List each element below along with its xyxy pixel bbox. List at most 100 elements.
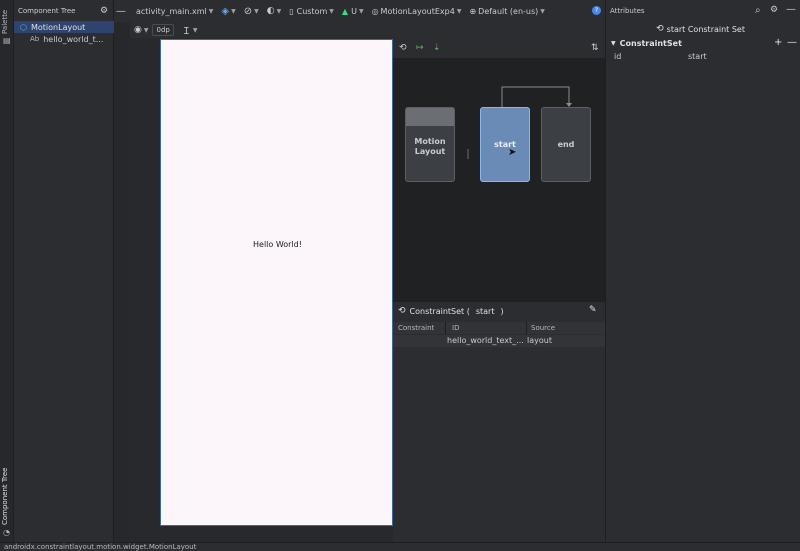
palette-tab-label: Palette (1, 9, 9, 34)
chevron-down-icon[interactable]: ▼ (193, 27, 198, 34)
column-constraint: Constraint (398, 324, 435, 332)
palette-tab[interactable]: Palette ▤ (0, 0, 14, 45)
collapse-icon[interactable]: — (116, 6, 126, 17)
edit-icon[interactable]: ✎ (589, 305, 597, 315)
chevron-down-icon: ▼ (231, 7, 236, 15)
constraint-set-title-name: start (475, 306, 495, 316)
chevron-down-icon: ▼ (254, 7, 259, 15)
layers-icon: ◈ (221, 5, 230, 17)
phone-icon: ▯ (289, 6, 294, 16)
attributes-title: Attributes (610, 7, 645, 15)
cell-source: layout (527, 336, 552, 345)
tree-item-label: hello_world_t... (43, 34, 104, 44)
component-tree-panel: Component Tree ⚙ ⬡ MotionLayout Ab hello… (14, 0, 114, 542)
left-tool-strip: Palette ▤ Component Tree ◔ (0, 0, 14, 551)
constraintset-section[interactable]: ▼ ConstraintSet + — (606, 37, 800, 49)
column-divider (445, 322, 446, 334)
hello-world-text[interactable]: Hello World! (161, 240, 394, 249)
device-name: Custom (296, 6, 328, 16)
end-node-label: end (557, 140, 575, 149)
component-tree-header: Component Tree (14, 0, 114, 22)
text-baseline-icon[interactable]: Ｉ (182, 24, 191, 37)
column-source: Source (531, 324, 556, 332)
motion-editor-overview: ⟲ ↦ ⇣ ⇅ Motion Layout start ➤ end (393, 39, 605, 301)
locale-name: Default (en-us) (478, 6, 539, 16)
search-icon[interactable]: ⌕ (755, 5, 761, 16)
orientation-button[interactable]: ⊘ ▼ (244, 6, 259, 17)
api-selector[interactable]: ▲ U ▼ (342, 7, 364, 16)
eye-icon[interactable]: ◉ (134, 25, 142, 35)
tree-gap (114, 0, 130, 542)
motion-layout-node-header (406, 108, 454, 126)
component-tree-icon: ◔ (3, 528, 10, 537)
file-name: activity_main.xml (136, 6, 207, 16)
editor-toolbar: — activity_main.xml ▼ ◈ ▼ ⊘ ▼ ◐ ▼ ▯ Custom ▼ ▲… (114, 0, 605, 22)
constraint-set-title-suffix: ) (500, 306, 504, 316)
table-row[interactable]: hello_world_text_... layout (393, 335, 605, 347)
create-constraint-set-icon[interactable]: ⟲ (399, 43, 407, 53)
start-node[interactable]: start (480, 107, 530, 182)
palette-icon: ▤ (3, 36, 11, 45)
theme-icon: ◎ (371, 6, 379, 16)
motion-editor-toolbar: ⟲ ↦ ⇣ ⇅ (393, 39, 605, 59)
attributes-subtitle-row: ⟲ start Constraint Set (606, 22, 800, 36)
constraint-set-title-prefix: ConstraintSet ( (409, 306, 470, 316)
add-icon[interactable]: + (774, 37, 782, 48)
remove-icon[interactable]: — (787, 37, 797, 48)
end-node[interactable]: end (541, 107, 591, 182)
minimize-icon[interactable]: — (786, 4, 796, 15)
chevron-down-icon[interactable]: ▼ (144, 27, 149, 34)
gear-icon[interactable]: ⚙ (100, 6, 110, 16)
cursor-icon: ➤ (508, 147, 517, 158)
device-selector[interactable]: ▯ Custom ▼ (289, 7, 334, 16)
chevron-down-icon: ▼ (456, 7, 462, 15)
device-preview[interactable]: Hello World! (160, 39, 393, 526)
theme-name: MotionLayoutExp4 (380, 6, 455, 16)
attribute-value: start (688, 52, 707, 61)
status-text: androidx.constraintlayout.motion.widget.… (4, 543, 197, 551)
gear-icon[interactable]: ⚙ (770, 5, 778, 15)
chevron-down-icon: ▼ (611, 39, 616, 47)
create-click-handler-icon[interactable]: ⇣ (433, 43, 441, 53)
status-bar: androidx.constraintlayout.motion.widget.… (0, 542, 800, 551)
rotate-icon: ⊘ (243, 5, 253, 17)
constraint-set-icon: ⟲ (398, 306, 406, 316)
attribute-row-id[interactable]: id start (606, 51, 800, 63)
android-icon: ▲ (341, 6, 349, 16)
section-title: ConstraintSet (619, 38, 682, 48)
design-toolbar: ◉ ▼ 0dp Ｉ ▼ (130, 22, 393, 38)
component-tree-tab[interactable]: Component Tree ◔ (0, 465, 14, 540)
motion-layout-icon: ⬡ (20, 22, 27, 32)
column-divider (526, 322, 527, 334)
constraint-table-header: Constraint ID Source (393, 322, 605, 334)
locale-selector[interactable]: ⊕ Default (en-us) ▼ (469, 7, 544, 16)
info-icon[interactable]: ? (592, 6, 601, 15)
chevron-down-icon: ▼ (208, 7, 214, 15)
tree-item-label: MotionLayout (30, 22, 86, 32)
constraint-set-panel: ⟲ ConstraintSet ( start ) ✎ Constraint I… (393, 301, 605, 542)
tree-item-motionlayout[interactable]: ⬡ MotionLayout (14, 21, 114, 33)
chevron-down-icon: ▼ (358, 7, 364, 15)
textview-icon: Ab (30, 35, 40, 43)
constraint-set-icon: ⟲ (656, 24, 664, 34)
attributes-panel: Attributes ⌕ ⚙ — ⟲ start Constraint Set … (605, 0, 800, 542)
component-tree-title: Component Tree (18, 7, 76, 15)
chevron-down-icon: ▼ (540, 7, 545, 15)
attribute-key: id (614, 52, 622, 61)
motion-layout-node[interactable]: Motion Layout (405, 107, 455, 182)
tree-item-hello-world[interactable]: Ab hello_world_t... (14, 33, 114, 45)
theme-selector[interactable]: ◎ MotionLayoutExp4 ▼ (372, 7, 462, 16)
cycle-layout-icon[interactable]: ⇅ (591, 43, 599, 53)
chevron-down-icon: ▼ (329, 7, 334, 15)
create-transition-icon[interactable]: ↦ (416, 43, 424, 53)
layers-button[interactable]: ◈ ▼ (221, 6, 235, 17)
night-mode-button[interactable]: ◐ ▼ (267, 6, 281, 16)
file-selector[interactable]: activity_main.xml ▼ (136, 7, 213, 16)
motion-layout-node-label: Motion Layout (414, 136, 446, 156)
cell-id: hello_world_text_... (447, 336, 524, 345)
chevron-down-icon: ▼ (276, 7, 282, 15)
default-margin-button[interactable]: 0dp (152, 24, 174, 36)
column-id: ID (452, 324, 460, 332)
night-mode-icon: ◐ (266, 6, 275, 16)
default-margin-value: 0dp (156, 26, 170, 34)
